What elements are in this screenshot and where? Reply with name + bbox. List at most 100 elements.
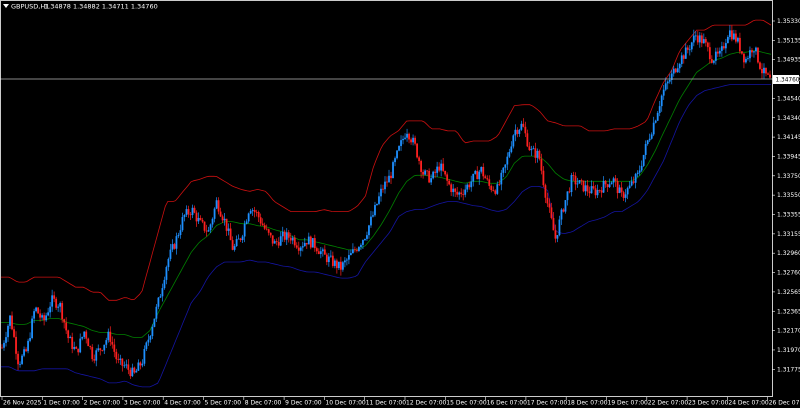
price-tick-label: 1.34540 xyxy=(777,95,800,102)
candle-body xyxy=(117,359,120,360)
candle-body xyxy=(91,347,94,360)
candle-body xyxy=(694,35,697,37)
candle-body xyxy=(656,112,659,121)
candle-body xyxy=(368,225,370,236)
candle-body xyxy=(183,214,186,218)
candle-body xyxy=(115,351,118,360)
candle-body xyxy=(680,55,683,64)
candle-body xyxy=(446,174,449,181)
price-tick-label: 1.33155 xyxy=(777,231,800,238)
time-tick-label: 5 Dec 07:00 xyxy=(205,400,242,407)
candle-body xyxy=(315,248,318,252)
candle-body xyxy=(426,170,429,172)
candle-body xyxy=(47,312,50,316)
candle-body xyxy=(632,181,635,183)
ohlc-readout: 1.34878 1.34882 1.34711 1.34760 xyxy=(44,3,158,11)
candle-body xyxy=(366,235,368,239)
candle-body xyxy=(540,159,543,171)
candle-body xyxy=(502,167,505,173)
candle-body xyxy=(235,239,238,247)
candle-body xyxy=(331,255,334,266)
candle-body xyxy=(249,210,252,214)
time-tick-label: 8 Dec 07:00 xyxy=(245,400,282,407)
candle-body xyxy=(233,246,236,250)
candle-body xyxy=(512,135,515,147)
candle-body xyxy=(185,209,188,215)
time-tick-label: 15 Dec 07:00 xyxy=(446,400,487,407)
candle-body xyxy=(51,295,54,307)
candle-body xyxy=(490,185,493,191)
candle-body xyxy=(722,46,725,49)
candle-body xyxy=(269,232,272,236)
candle-body xyxy=(384,181,386,190)
candle-body xyxy=(472,173,475,182)
candle-body xyxy=(259,217,262,224)
candle-body xyxy=(612,178,615,183)
candle-body xyxy=(412,137,414,143)
candle-body xyxy=(329,255,332,257)
candle-body xyxy=(354,249,356,251)
candle-body xyxy=(311,238,314,248)
candle-body xyxy=(129,369,132,377)
candle-body xyxy=(360,244,362,248)
candle-body xyxy=(63,319,66,323)
time-tick-label: 26 Dec 07:00 xyxy=(769,400,800,407)
candle-body xyxy=(57,306,60,308)
candle-body xyxy=(105,340,108,345)
candle-body xyxy=(217,200,220,212)
candle-body xyxy=(3,342,5,348)
candle-body xyxy=(65,322,68,331)
candle-body xyxy=(215,200,218,209)
candle-body xyxy=(508,152,511,157)
candle-body xyxy=(606,184,609,188)
candle-body xyxy=(279,236,282,246)
candle-body xyxy=(480,166,483,172)
candle-body xyxy=(388,175,390,183)
candle-body xyxy=(143,348,146,364)
candle-body xyxy=(325,254,328,263)
candle-body xyxy=(207,230,210,232)
candle-body xyxy=(165,267,168,280)
candle-body xyxy=(674,68,677,73)
candle-body xyxy=(155,306,158,319)
time-tick-label: 9 Dec 07:00 xyxy=(285,400,322,407)
candle-body xyxy=(141,363,144,366)
candle-body xyxy=(350,253,352,256)
candle-body xyxy=(273,241,276,244)
candle-body xyxy=(123,365,126,367)
candle-body xyxy=(59,303,62,307)
candle-body xyxy=(145,342,148,349)
candle-body xyxy=(133,367,136,373)
candle-body xyxy=(684,47,687,59)
candle-body xyxy=(504,164,507,168)
candle-body xyxy=(743,53,745,63)
candle-body xyxy=(486,178,489,180)
candle-body xyxy=(418,157,420,161)
candle-body xyxy=(261,223,264,226)
price-chart[interactable]: GBPUSD,H1 1.34878 1.34882 1.34711 1.3476… xyxy=(0,0,800,408)
candle-body xyxy=(452,188,455,193)
candle-body xyxy=(404,137,406,139)
candle-body xyxy=(317,251,320,255)
candle-body xyxy=(75,346,78,349)
candle-body xyxy=(293,237,296,246)
candle-body xyxy=(526,133,529,147)
candle-body xyxy=(724,43,727,49)
candle-body xyxy=(757,47,759,63)
candle-body xyxy=(33,311,35,319)
candle-body xyxy=(257,212,260,218)
candle-body xyxy=(352,249,354,254)
price-tick-label: 1.31970 xyxy=(777,347,800,354)
candle-body xyxy=(448,180,451,185)
candle-body xyxy=(139,362,142,366)
candle-body xyxy=(323,249,326,255)
candle-body xyxy=(438,166,441,171)
candle-body xyxy=(319,251,322,255)
candle-body xyxy=(213,208,216,219)
candle-body xyxy=(422,171,424,175)
candle-body xyxy=(31,318,33,338)
candle-body xyxy=(167,258,170,268)
candle-body xyxy=(125,364,128,366)
current-price-value: 1.34760 xyxy=(776,78,800,84)
candle-body xyxy=(187,209,190,215)
